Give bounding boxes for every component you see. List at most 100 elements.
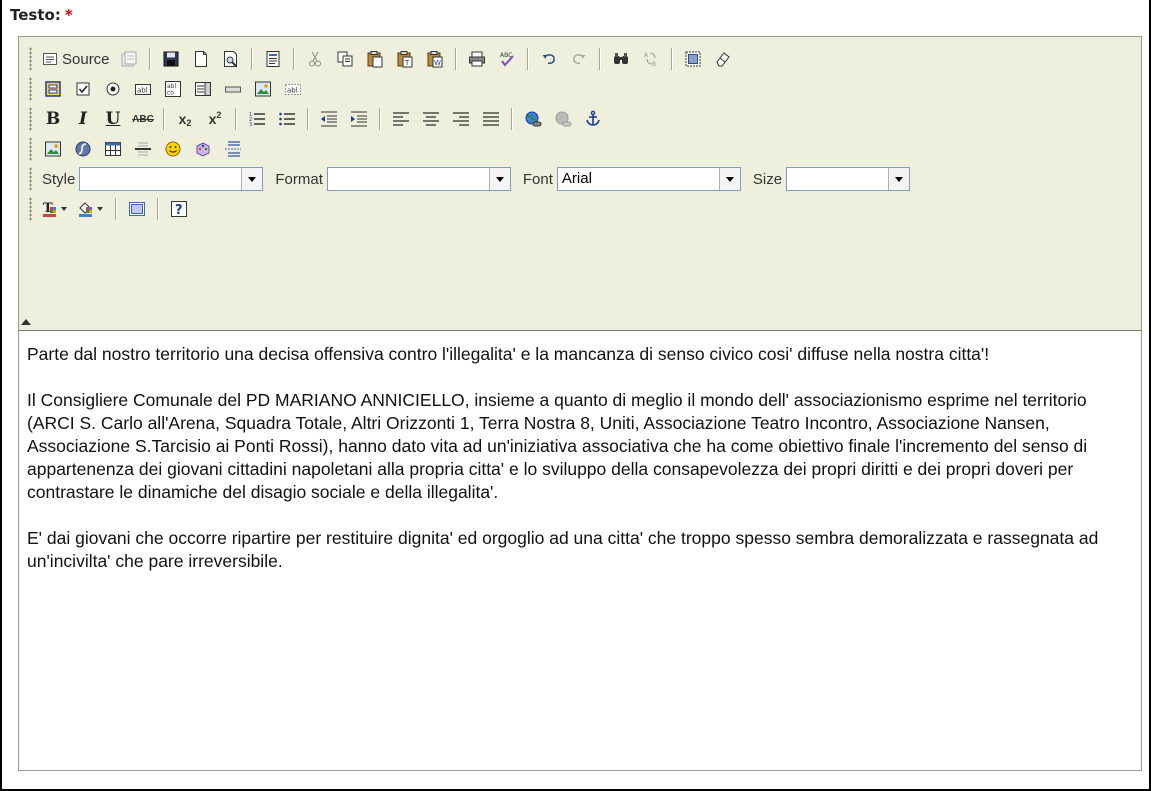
radio-icon xyxy=(106,82,120,96)
copy-button[interactable] xyxy=(333,47,357,71)
smiley-button[interactable] xyxy=(161,137,185,161)
paste-button[interactable] xyxy=(363,47,387,71)
select-all-button[interactable] xyxy=(681,47,705,71)
source-label: Source xyxy=(62,50,110,68)
image-button-button[interactable] xyxy=(251,77,275,101)
form-button-button[interactable] xyxy=(221,77,245,101)
hidden-field-button[interactable]: abl xyxy=(281,77,305,101)
superscript-marker: 2 xyxy=(216,110,222,120)
chevron-down-icon[interactable] xyxy=(888,168,910,190)
binoculars-icon xyxy=(613,53,628,64)
format-select[interactable] xyxy=(326,167,511,191)
unlink-globe-icon xyxy=(555,111,572,127)
textarea-button[interactable]: abl co xyxy=(161,77,185,101)
source-button[interactable]: Source xyxy=(41,47,111,71)
font-select[interactable]: Arial xyxy=(556,167,741,191)
justify-button[interactable] xyxy=(479,107,503,131)
toolbar-grip[interactable] xyxy=(29,167,32,191)
undo-button[interactable] xyxy=(537,47,561,71)
link-button[interactable] xyxy=(521,107,545,131)
font-label: Font xyxy=(522,170,553,188)
align-center-button[interactable] xyxy=(419,107,443,131)
align-right-button[interactable] xyxy=(449,107,473,131)
maximize-icon xyxy=(129,202,145,216)
toolbar-row-2: abl abl co abl xyxy=(29,74,308,104)
text-color-button[interactable]: T xyxy=(41,197,71,221)
style-value xyxy=(80,168,241,190)
bulleted-list-icon xyxy=(279,112,295,126)
horizontal-rule-button[interactable] xyxy=(131,137,155,161)
underline-button[interactable]: U xyxy=(101,107,125,131)
spellcheck-button[interactable]: ABC xyxy=(495,47,519,71)
textfield-button[interactable]: abl xyxy=(131,77,155,101)
textarea-icon: ablco xyxy=(165,81,181,97)
select-field-button[interactable] xyxy=(191,77,215,101)
subscript-button[interactable]: x2 xyxy=(173,107,197,131)
redo-button[interactable] xyxy=(567,47,591,71)
print-icon xyxy=(468,51,485,67)
special-char-button[interactable] xyxy=(191,137,215,161)
document-properties-button[interactable] xyxy=(117,47,141,71)
toolbar-grip[interactable] xyxy=(29,77,32,101)
toolbar-grip[interactable] xyxy=(29,107,32,131)
anchor-button[interactable] xyxy=(581,107,605,131)
style-select[interactable] xyxy=(79,167,264,191)
button-icon xyxy=(225,86,241,93)
text-color-icon: T xyxy=(43,201,67,217)
new-page-button[interactable] xyxy=(189,47,213,71)
save-button[interactable] xyxy=(159,47,183,71)
numbered-list-button[interactable]: 123 xyxy=(245,107,269,131)
toolbar-separator xyxy=(292,48,295,70)
chevron-down-icon[interactable] xyxy=(488,168,510,190)
replace-button[interactable]: AB xyxy=(639,47,663,71)
size-select[interactable] xyxy=(786,167,911,191)
paste-word-button[interactable]: W xyxy=(423,47,447,71)
editor-content[interactable]: Parte dal nostro territorio una decisa o… xyxy=(27,343,1135,596)
align-left-button[interactable] xyxy=(389,107,413,131)
svg-text:abl: abl xyxy=(287,87,298,95)
toolbar-row-1: Source T W ABC A B xyxy=(29,44,738,74)
background-color-button[interactable] xyxy=(77,197,107,221)
toolbar-separator xyxy=(115,198,117,220)
remove-format-button[interactable] xyxy=(711,47,735,71)
cut-button[interactable] xyxy=(303,47,327,71)
about-button[interactable]: ? xyxy=(167,197,191,221)
background-color-icon xyxy=(79,202,103,217)
checkbox-button[interactable] xyxy=(71,77,95,101)
toolbar-separator xyxy=(235,108,237,130)
image-button[interactable] xyxy=(41,137,65,161)
unlink-button[interactable] xyxy=(551,107,575,131)
superscript-button[interactable]: x2 xyxy=(203,107,227,131)
toolbar-grip[interactable] xyxy=(29,47,32,71)
outdent-button[interactable] xyxy=(317,107,341,131)
preview-button[interactable] xyxy=(219,47,243,71)
toolbar-row-4 xyxy=(29,134,248,164)
templates-button[interactable] xyxy=(261,47,285,71)
toolbar-grip[interactable] xyxy=(29,197,32,221)
form-button[interactable] xyxy=(41,77,65,101)
bold-button[interactable]: B xyxy=(41,107,65,131)
flash-button[interactable] xyxy=(71,137,95,161)
horizontal-rule-icon xyxy=(135,142,151,156)
font-value: Arial xyxy=(561,170,592,187)
italic-button[interactable]: I xyxy=(71,107,95,131)
eraser-icon xyxy=(715,52,730,67)
chevron-down-icon[interactable] xyxy=(241,168,263,190)
find-button[interactable] xyxy=(609,47,633,71)
show-blocks-button[interactable] xyxy=(125,197,149,221)
toolbar-separator xyxy=(454,48,457,70)
toolbar-grip[interactable] xyxy=(29,137,32,161)
bulleted-list-button[interactable] xyxy=(275,107,299,131)
chevron-down-icon[interactable] xyxy=(718,168,740,190)
toolbar-row-5: Style Format Font Arial Size xyxy=(29,164,918,194)
table-button[interactable] xyxy=(101,137,125,161)
indent-button[interactable] xyxy=(347,107,371,131)
print-button[interactable] xyxy=(465,47,489,71)
collapse-toolbar-icon[interactable] xyxy=(21,319,31,325)
strikethrough-button[interactable]: ABC xyxy=(131,107,155,131)
align-right-icon xyxy=(453,112,469,126)
radio-button[interactable] xyxy=(101,77,125,101)
paste-text-button[interactable]: T xyxy=(393,47,417,71)
toolbar-separator xyxy=(379,108,381,130)
page-break-button[interactable] xyxy=(221,137,245,161)
